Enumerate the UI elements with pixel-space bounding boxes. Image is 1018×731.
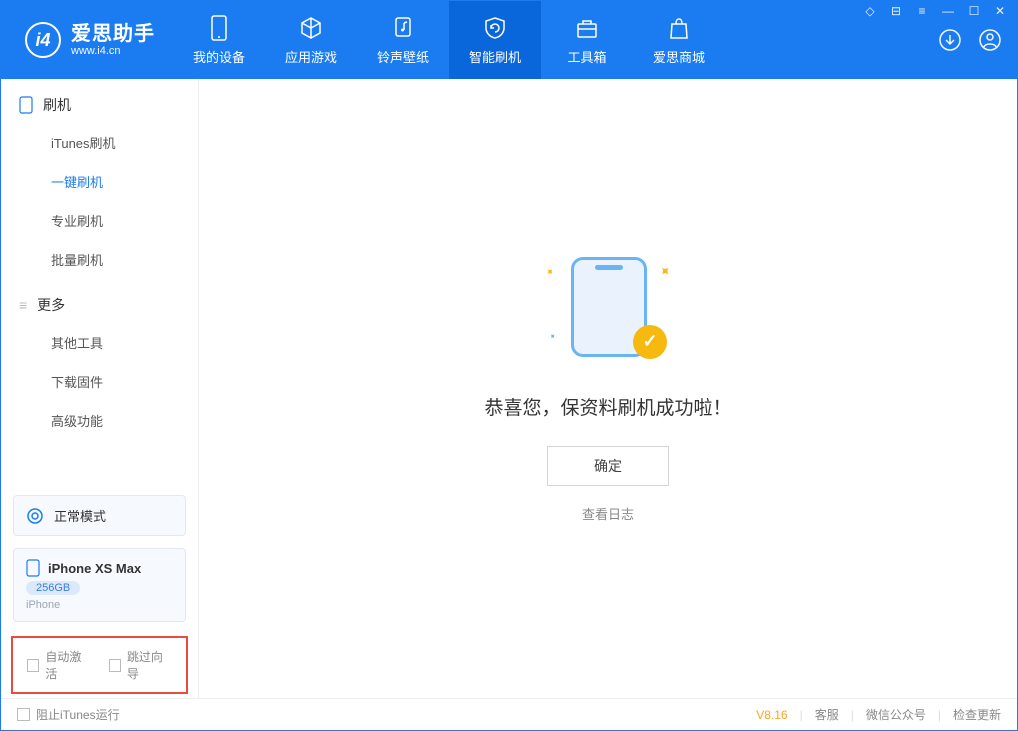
app-title: 爱思助手	[71, 23, 155, 45]
device-icon	[26, 559, 40, 577]
spark-icon: ✦	[542, 265, 556, 279]
storage-badge: 256GB	[26, 581, 80, 595]
download-button[interactable]	[937, 27, 963, 53]
cube-icon	[298, 15, 324, 41]
logo-icon: i4	[25, 22, 61, 58]
check-badge-icon: ✓	[633, 325, 667, 359]
device-type: iPhone	[26, 599, 60, 611]
sidebar-item-one-key[interactable]: 一键刷机	[1, 162, 198, 201]
checkbox-label: 自动激活	[45, 648, 90, 682]
sidebar-group-flash: 刷机	[1, 79, 198, 123]
check-update-link[interactable]: 检查更新	[953, 706, 1001, 723]
sidebar-group-more: ≡ 更多	[1, 279, 198, 323]
checkbox-icon	[27, 659, 39, 672]
logo-area: i4 爱思助手 www.i4.cn	[1, 1, 173, 79]
tab-label: 铃声壁纸	[377, 47, 429, 66]
feedback-icon[interactable]: ⊟	[888, 4, 904, 18]
toolbox-icon	[574, 15, 600, 41]
sidebar-item-advanced[interactable]: 高级功能	[1, 401, 198, 440]
divider: |	[938, 708, 941, 722]
mode-card[interactable]: 正常模式	[13, 495, 186, 536]
tab-my-device[interactable]: 我的设备	[173, 1, 265, 79]
success-illustration: ✦ ✦ ✦ ✓	[543, 255, 673, 365]
app-subtitle: www.i4.cn	[71, 45, 155, 57]
user-button[interactable]	[977, 27, 1003, 53]
menu-icon[interactable]: ≡	[914, 4, 930, 18]
device-name-text: iPhone XS Max	[48, 561, 141, 576]
tab-ringtone[interactable]: 铃声壁纸	[357, 1, 449, 79]
wechat-link[interactable]: 微信公众号	[866, 706, 926, 723]
divider: |	[851, 708, 854, 722]
tab-label: 应用游戏	[285, 47, 337, 66]
ok-button[interactable]: 确定	[547, 446, 669, 486]
sidebar-item-download-fw[interactable]: 下载固件	[1, 362, 198, 401]
footer: 阻止iTunes运行 V8.16 | 客服 | 微信公众号 | 检查更新	[1, 698, 1017, 730]
tab-label: 爱思商城	[653, 47, 705, 66]
phone-small-icon	[19, 96, 33, 114]
tab-toolbox[interactable]: 工具箱	[541, 1, 633, 79]
mode-label: 正常模式	[54, 506, 106, 525]
view-log-link[interactable]: 查看日志	[582, 504, 634, 523]
skin-icon[interactable]: ◇	[862, 4, 878, 18]
close-button[interactable]: ✕	[992, 4, 1008, 18]
phone-icon	[206, 15, 232, 41]
group-label: 刷机	[43, 95, 71, 115]
sidebar-item-other-tools[interactable]: 其他工具	[1, 323, 198, 362]
auto-activate-checkbox[interactable]: 自动激活	[27, 648, 91, 682]
spark-icon: ✦	[655, 261, 675, 281]
sidebar-item-itunes-flash[interactable]: iTunes刷机	[1, 123, 198, 162]
checkbox-label: 阻止iTunes运行	[36, 706, 120, 723]
sidebar-item-pro-flash[interactable]: 专业刷机	[1, 201, 198, 240]
spark-icon: ✦	[547, 330, 558, 341]
tab-label: 智能刷机	[469, 47, 521, 66]
bag-icon	[666, 15, 692, 41]
sidebar: 刷机 iTunes刷机 一键刷机 专业刷机 批量刷机 ≡ 更多 其他工具 下载固…	[1, 79, 199, 698]
window-controls: ◇ ⊟ ≡ ― ☐ ✕	[862, 4, 1008, 18]
block-itunes-checkbox[interactable]: 阻止iTunes运行	[17, 706, 120, 723]
list-icon: ≡	[19, 297, 27, 313]
tab-label: 我的设备	[193, 47, 245, 66]
divider: |	[800, 708, 803, 722]
tab-apps[interactable]: 应用游戏	[265, 1, 357, 79]
tab-label: 工具箱	[567, 47, 606, 66]
maximize-button[interactable]: ☐	[966, 4, 982, 18]
sidebar-item-batch-flash[interactable]: 批量刷机	[1, 240, 198, 279]
main-content: ✦ ✦ ✦ ✓ 恭喜您，保资料刷机成功啦！ 确定 查看日志	[199, 79, 1017, 698]
checkbox-label: 跳过向导	[127, 648, 172, 682]
group-label: 更多	[37, 295, 65, 315]
tab-flash[interactable]: 智能刷机	[449, 1, 541, 79]
sync-icon	[26, 507, 44, 525]
skip-guide-checkbox[interactable]: 跳过向导	[109, 648, 173, 682]
device-card[interactable]: iPhone XS Max 256GB iPhone	[13, 548, 186, 622]
options-row: 自动激活 跳过向导	[11, 636, 188, 694]
main-tabs: 我的设备 应用游戏 铃声壁纸 智能刷机 工具箱 爱思商城	[173, 1, 725, 79]
refresh-shield-icon	[482, 15, 508, 41]
checkbox-icon	[109, 659, 121, 672]
checkbox-icon	[17, 708, 30, 721]
support-link[interactable]: 客服	[815, 706, 839, 723]
success-message: 恭喜您，保资料刷机成功啦！	[484, 393, 731, 420]
tab-store[interactable]: 爱思商城	[633, 1, 725, 79]
music-icon	[390, 15, 416, 41]
version-label: V8.16	[756, 708, 787, 722]
minimize-button[interactable]: ―	[940, 4, 956, 18]
